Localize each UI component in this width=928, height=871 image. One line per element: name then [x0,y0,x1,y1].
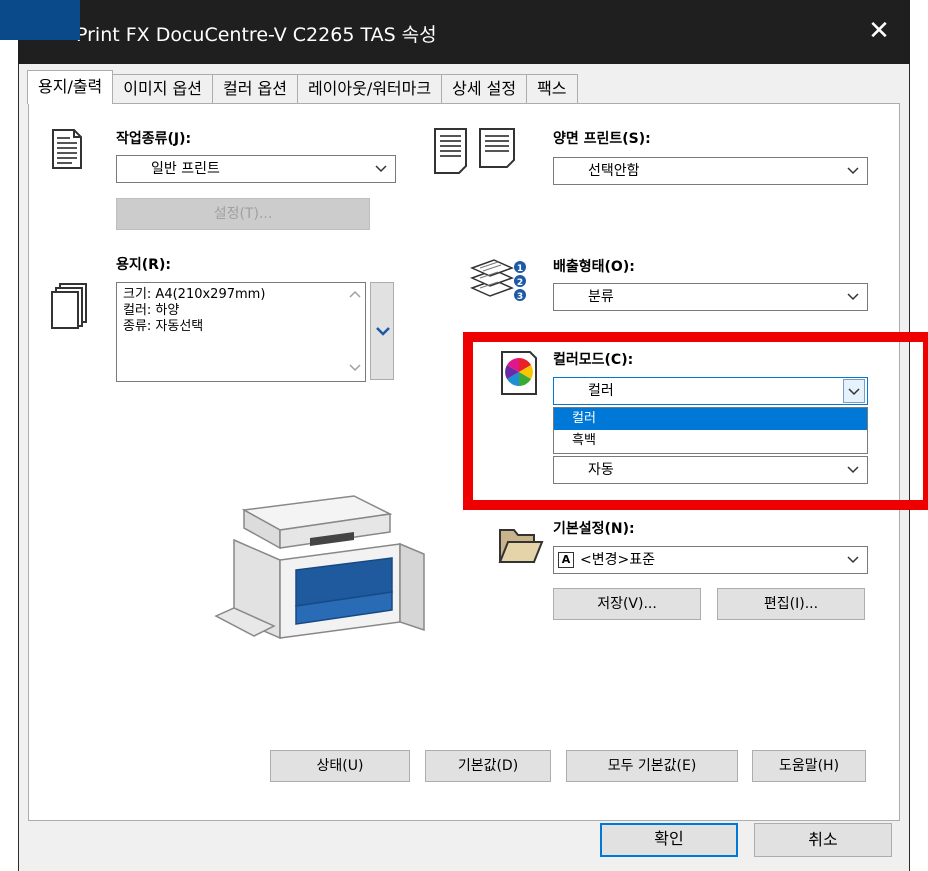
svg-text:2: 2 [517,278,523,288]
title-bar[interactable]: Print FX DocuCentre-V C2265 TAS 속성 ✕ [18,0,910,64]
duplex-pages-icon [432,126,516,180]
tab-layout-watermark[interactable]: 레이아웃/워터마크 [296,74,443,104]
output-label: 배출형태(O): [553,259,635,275]
duplex-value: 선택안함 [588,163,640,179]
job-type-label: 작업종류(J): [116,131,192,147]
chevron-down-icon [843,547,863,573]
paper-color-line: 컬러: 하양 [123,303,180,318]
collate-icon: 1 2 3 [469,258,528,310]
job-type-value: 일반 프린트 [151,161,220,177]
paper-label: 용지(R): [116,257,171,273]
preset-select[interactable]: A <변경>표준 [553,546,868,574]
app-icon [0,0,80,40]
cancel-button[interactable]: 취소 [754,823,892,857]
window-title: Print FX DocuCentre-V C2265 TAS 속성 [76,24,437,46]
job-type-select[interactable]: 일반 프린트 [116,155,396,183]
paper-stack-icon [50,282,90,334]
close-icon[interactable]: ✕ [864,16,894,46]
paper-type-line: 종류: 자동선택 [123,319,204,334]
duplex-select[interactable]: 선택안함 [553,157,868,185]
printer-illustration [214,488,444,662]
status-button[interactable]: 상태(U) [270,750,410,782]
chevron-down-icon [843,284,863,310]
folder-icon [496,522,544,570]
output-value: 분류 [588,289,614,305]
chevron-down-icon [371,156,391,182]
document-icon [50,128,84,174]
preset-value: <변경>표준 [580,552,655,568]
tab-fax[interactable]: 팩스 [526,74,578,104]
tab-image-options[interactable]: 이미지 옵션 [112,74,213,104]
help-button[interactable]: 도움말(H) [752,750,866,782]
paper-size-line: 크기: A4(210x297mm) [123,287,266,302]
paper-info-list[interactable]: 크기: A4(210x297mm) 컬러: 하양 종류: 자동선택 [116,282,366,382]
save-preset-button[interactable]: 저장(V)... [553,588,701,620]
output-select[interactable]: 분류 [553,283,868,311]
defaults-button[interactable]: 기본값(D) [425,750,551,782]
chevron-down-icon [376,327,390,336]
chevron-down-icon [843,158,863,184]
red-highlight-box [463,332,928,510]
ok-button[interactable]: 확인 [600,823,738,857]
preset-label: 기본설정(N): [553,521,635,537]
preset-badge-icon: A [558,552,574,568]
tab-paper-output[interactable]: 용지/출력 [27,70,114,104]
paper-expand-button[interactable] [370,282,394,380]
all-defaults-button[interactable]: 모두 기본값(E) [566,750,738,782]
tab-color-options[interactable]: 컬러 옵션 [211,74,298,104]
duplex-label: 양면 프린트(S): [553,131,651,147]
edit-preset-button[interactable]: 편집(I)... [717,588,865,620]
tab-bar: 용지/출력 이미지 옵션 컬러 옵션 레이아웃/워터마크 상세 설정 팩스 [27,70,578,104]
scrollbar[interactable] [345,283,365,381]
svg-text:3: 3 [517,292,523,302]
tab-advanced[interactable]: 상세 설정 [441,74,528,104]
job-settings-button[interactable]: 설정(T)... [116,198,370,230]
svg-text:1: 1 [517,264,523,274]
